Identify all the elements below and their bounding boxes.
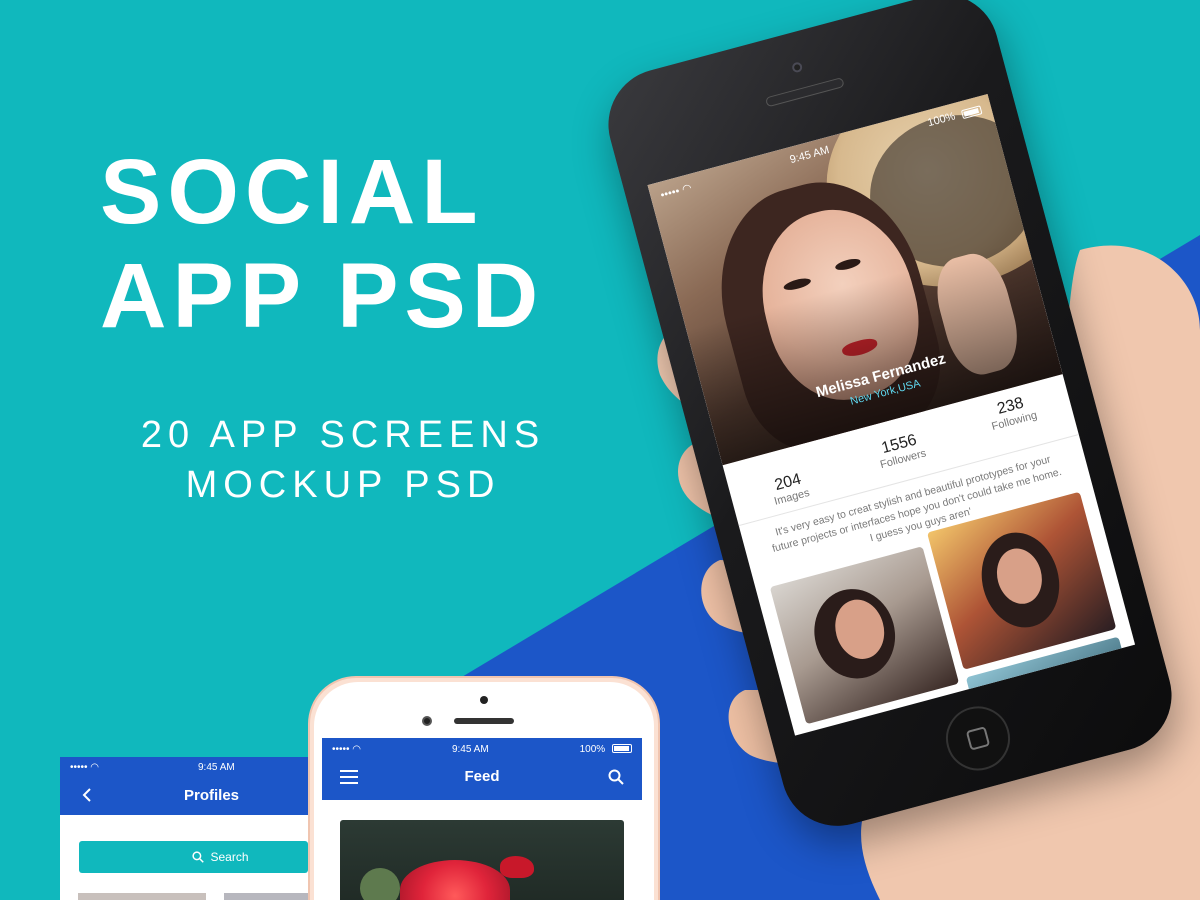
battery-percent: 100% bbox=[926, 110, 957, 130]
earpiece-speaker bbox=[454, 718, 514, 724]
feed-app-bar: ••••• ◠ 9:45 AM 100% Feed bbox=[322, 738, 642, 800]
status-bar: ••••• ◠ 9:45 AM bbox=[60, 757, 308, 777]
profiles-app-bar: ••••• ◠ 9:45 AM Profiles bbox=[60, 757, 308, 815]
status-time: 9:45 AM bbox=[198, 762, 235, 773]
gallery-photo[interactable] bbox=[769, 546, 960, 725]
feed-screen: ••••• ◠ 9:45 AM 100% Feed bbox=[322, 738, 642, 900]
signal-dots-icon: ••••• ◠ bbox=[70, 761, 100, 773]
subheadline-line-1: 20 APP SCREENS bbox=[140, 414, 546, 456]
battery-icon bbox=[960, 104, 983, 119]
search-icon[interactable] bbox=[608, 769, 624, 785]
signal-dots-icon: ••••• ◠ bbox=[332, 743, 362, 755]
profiles-search-button[interactable]: Search bbox=[79, 841, 308, 873]
profile-card-thumbnail[interactable] bbox=[224, 893, 308, 900]
status-time: 9:45 AM bbox=[788, 144, 831, 167]
status-time: 9:45 AM bbox=[451, 743, 489, 755]
battery-percent: 100% bbox=[579, 743, 606, 755]
feed-post-image[interactable] bbox=[340, 820, 624, 900]
subheadline: 20 APP SCREENS MOCKUP PSD bbox=[108, 410, 578, 510]
chevron-left-icon[interactable] bbox=[80, 787, 94, 803]
headline: SOCIAL APP PSD bbox=[100, 140, 570, 348]
front-camera-icon bbox=[422, 716, 432, 726]
search-label: Search bbox=[210, 850, 249, 864]
profiles-screen: ••••• ◠ 9:45 AM Profiles Search bbox=[60, 757, 308, 900]
signal-dots-icon: ••••• ◠ bbox=[659, 181, 694, 202]
profiles-title: Profiles bbox=[184, 787, 240, 804]
proximity-sensor bbox=[480, 696, 488, 704]
status-battery: 100% bbox=[580, 744, 632, 755]
black-phone-mockup: ••••• ◠ 9:45 AM 100% Melissa Fernandez N… bbox=[595, 0, 1185, 839]
battery-icon bbox=[611, 744, 632, 754]
subheadline-line-2: MOCKUP PSD bbox=[185, 464, 501, 506]
flower-shape bbox=[400, 860, 510, 900]
headline-line-2: APP PSD bbox=[100, 245, 545, 347]
status-bar: ••••• ◠ 9:45 AM 100% bbox=[322, 738, 642, 760]
headline-line-1: SOCIAL bbox=[100, 141, 484, 243]
leaf-shape bbox=[360, 868, 400, 900]
profile-screen: ••••• ◠ 9:45 AM 100% Melissa Fernandez N… bbox=[647, 93, 1136, 736]
feed-title: Feed bbox=[464, 768, 500, 785]
bird-shape bbox=[500, 856, 534, 878]
search-icon bbox=[192, 851, 205, 863]
profile-card-thumbnail[interactable] bbox=[78, 893, 206, 900]
